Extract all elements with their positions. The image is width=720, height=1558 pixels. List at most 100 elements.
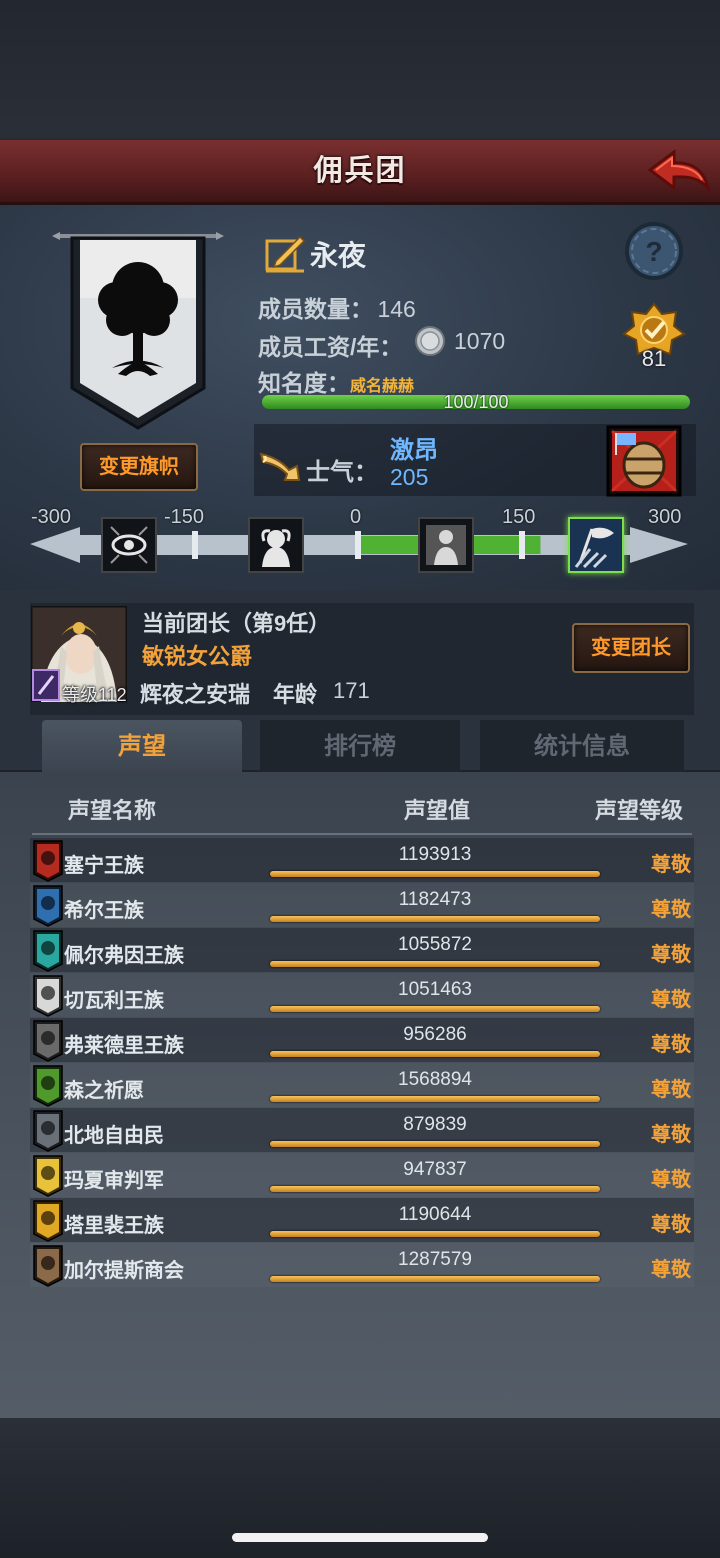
change-banner-button[interactable]: 变更旗帜	[80, 443, 198, 491]
reputation-value: 1190644	[398, 1204, 472, 1225]
reputation-row[interactable]: 切瓦利王族 1051463 尊敬	[30, 973, 694, 1017]
blue-crest-icon	[33, 885, 63, 927]
faction-name: 弗莱德里王族	[64, 1035, 184, 1057]
morale-despair-icon	[248, 517, 304, 573]
reputation-value: 1193913	[398, 844, 472, 865]
barrel-icon[interactable]	[606, 425, 682, 497]
reputation-value: 947837	[403, 1159, 467, 1180]
reputation-row[interactable]: 玛夏审判军 947837 尊敬	[30, 1153, 694, 1197]
chest-crest-icon	[33, 1245, 63, 1287]
grey-crest-icon	[33, 1020, 63, 1062]
col-header-value: 声望值	[404, 798, 471, 823]
reputation-value: 956286	[403, 1024, 467, 1045]
scale-label-300: 300	[648, 506, 682, 528]
reputation-row[interactable]: 加尔提斯商会 1287579 尊敬	[30, 1243, 694, 1287]
reputation-row[interactable]: 北地自由民 879839 尊敬	[30, 1108, 694, 1152]
reputation-row[interactable]: 塞宁王族 1193913 尊敬	[30, 838, 694, 882]
reputation-value: 879839	[403, 1114, 467, 1135]
reputation-value: 1051463	[398, 979, 472, 1000]
red-crest-icon	[33, 840, 63, 882]
members-row: 成员数量： 146	[258, 290, 416, 324]
tree-banner-icon	[52, 232, 224, 430]
morale-state: 激昂	[390, 437, 438, 464]
faction-name: 佩尔弗因王族	[64, 945, 184, 967]
col-header-level: 声望等级	[595, 798, 684, 823]
salary-label: 成员工资/年：	[258, 334, 403, 360]
reputation-level: 尊敬	[651, 944, 691, 966]
scale-label-150: 150	[502, 506, 536, 528]
reputation-value: 1287579	[398, 1249, 472, 1270]
scale-label-0: 0	[350, 506, 362, 528]
back-arrow-icon	[647, 149, 711, 194]
title-bar: 佣兵团	[0, 140, 720, 205]
edit-name-icon[interactable]	[264, 233, 306, 273]
reputation-row[interactable]: 佩尔弗因王族 1055872 尊敬	[30, 928, 694, 972]
reputation-bar	[270, 1051, 600, 1057]
svg-text:?: ?	[645, 236, 662, 267]
reputation-bar	[270, 1096, 600, 1102]
reputation-level: 尊敬	[651, 1214, 691, 1236]
help-icon[interactable]: ?	[624, 221, 684, 281]
reputation-row[interactable]: 塔里裴王族 1190644 尊敬	[30, 1198, 694, 1242]
reputation-value: 1568894	[398, 1069, 472, 1090]
reputation-level: 尊敬	[651, 1034, 691, 1056]
faction-name: 塔里裴王族	[64, 1215, 164, 1237]
leader-title: 当前团长（第9任）	[142, 611, 331, 636]
home-indicator[interactable]	[232, 1533, 488, 1542]
reputation-level: 尊敬	[651, 1169, 691, 1191]
axe-crest-icon	[33, 1110, 63, 1152]
col-header-name: 声望名称	[68, 798, 157, 823]
back-button[interactable]	[646, 148, 712, 196]
leader-age-label: 年龄	[273, 682, 318, 707]
reputation-bar	[270, 916, 600, 922]
reputation-bar	[270, 1276, 600, 1282]
header-divider	[32, 833, 692, 835]
leader-level: 等级112	[62, 685, 127, 705]
reputation-bar	[270, 871, 600, 877]
guild-banner	[52, 228, 224, 438]
reputation-bar	[270, 1006, 600, 1012]
faction-name: 玛夏审判军	[64, 1170, 164, 1192]
reputation-row[interactable]: 希尔王族 1182473 尊敬	[30, 883, 694, 927]
scale-tick	[192, 531, 198, 559]
change-leader-button[interactable]: 变更团长	[572, 623, 690, 673]
horn-icon	[259, 446, 301, 484]
reputation-level: 尊敬	[651, 1259, 691, 1281]
tab-reputation[interactable]: 声望	[42, 720, 242, 772]
members-value: 146	[377, 296, 416, 322]
tab-ranking[interactable]: 排行榜	[260, 720, 460, 772]
reputation-level: 尊敬	[651, 899, 691, 921]
reputation-value: 1055872	[398, 934, 472, 955]
reputation-bar	[270, 1186, 600, 1192]
members-label: 成员数量：	[258, 296, 373, 322]
salary-row: 成员工资/年：	[258, 328, 402, 362]
white-crest-icon	[33, 975, 63, 1017]
morale-label: 士气：	[306, 459, 378, 486]
reputation-bar	[270, 961, 600, 967]
teal-crest-icon	[33, 930, 63, 972]
silver-coin-icon	[414, 325, 446, 357]
leader-name: 辉夜之安瑞	[140, 682, 251, 707]
scale-tick	[519, 531, 525, 559]
reputation-level: 尊敬	[651, 1079, 691, 1101]
scale-right-arrow	[630, 527, 688, 563]
gold-sun-crest-icon	[33, 1155, 63, 1197]
reputation-value: 1182473	[398, 889, 472, 910]
tab-stats[interactable]: 统计信息	[480, 720, 684, 772]
faction-name: 希尔王族	[64, 900, 144, 922]
leader-age: 171	[333, 678, 370, 703]
leader-trait: 敏锐女公爵	[142, 644, 253, 669]
fame-progress-text: 100/100	[443, 392, 509, 412]
guild-level: 81	[641, 346, 667, 371]
reputation-bar	[270, 1141, 600, 1147]
reputation-row[interactable]: 森之祈愿 1568894 尊敬	[30, 1063, 694, 1107]
scale-label-minus-150: -150	[164, 506, 205, 528]
reputation-level: 尊敬	[651, 1124, 691, 1146]
gold-crown-crest-icon	[33, 1200, 63, 1242]
reputation-level: 尊敬	[651, 854, 691, 876]
guild-name: 永夜	[310, 240, 367, 271]
reputation-row[interactable]: 弗莱德里王族 956286 尊敬	[30, 1018, 694, 1062]
faction-name: 森之祈愿	[64, 1080, 144, 1102]
morale-eye-icon	[101, 517, 157, 573]
scale-tick	[355, 531, 361, 559]
